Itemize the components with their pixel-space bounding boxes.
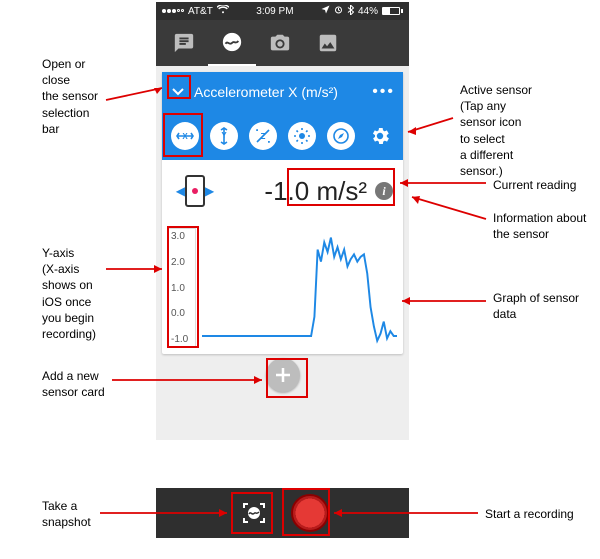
annotation-current-reading: Current reading — [493, 177, 576, 193]
annotation-active-sensor: Active sensor (Tap any sensor icon to se… — [460, 82, 532, 179]
annotation-graph: Graph of sensor data — [493, 290, 579, 322]
annotation-add-card: Add a new sensor card — [42, 368, 105, 400]
annotation-snapshot: Take a snapshot — [42, 498, 91, 530]
annotation-info: Information about the sensor — [493, 210, 586, 242]
annotation-yaxis: Y-axis (X-axis shows on iOS once you beg… — [42, 245, 96, 342]
annotation-record: Start a recording — [485, 506, 574, 522]
annotation-open-close: Open or close the sensor selection bar — [42, 56, 98, 137]
